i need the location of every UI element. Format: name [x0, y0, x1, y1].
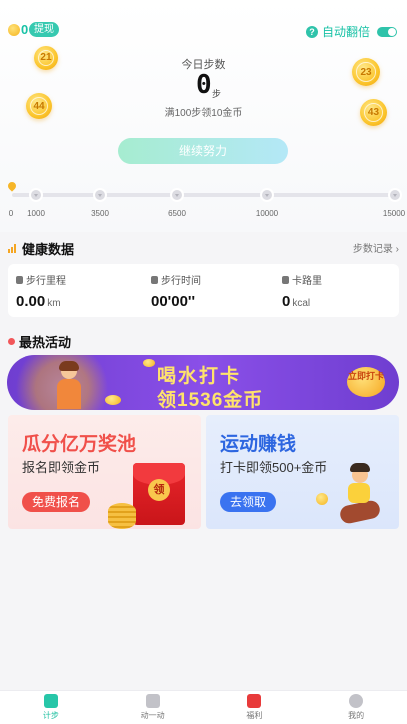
banner-subtitle: 领1536金币: [157, 390, 264, 410]
run-icon: [145, 694, 160, 708]
step-hero: 0 提现 ? 自动翻倍 21 23 44 43 今日步数 0 步 满100步领1…: [0, 0, 407, 232]
profile-icon: [349, 694, 364, 708]
step-reward-rule: 满100步领10金币: [164, 108, 243, 119]
location-pin-icon: [8, 182, 16, 192]
tab-move[interactable]: 动一动: [102, 691, 204, 724]
hot-dot-icon: [8, 338, 15, 345]
health-section-title: 健康数据: [8, 239, 74, 258]
coin-icon: [8, 24, 20, 36]
health-card: 步行里程 0.00 km 步行时间 00'00'' 卡路里 0 kcal: [8, 264, 399, 317]
hot-section-title: 最热活动: [8, 332, 71, 351]
walk-icon: [151, 275, 158, 284]
toggle-switch[interactable]: [377, 26, 397, 37]
health-item-calorie: 卡路里 0 kcal: [282, 275, 322, 310]
tab-profile[interactable]: 我的: [305, 691, 407, 724]
milestone-label: 15000: [382, 209, 406, 218]
coin-icon: [316, 493, 328, 505]
exercise-earn-card[interactable]: 运动赚钱 打卡即领500+金币 去领取: [206, 415, 399, 529]
gift-icon: [247, 694, 262, 708]
step-record-link[interactable]: 步数记录 ›: [353, 240, 399, 255]
milestone-label: 6500: [168, 209, 186, 218]
progress-track: [12, 193, 399, 197]
red-packet-icon: 领: [133, 463, 185, 525]
exercise-earn-subtitle: 打卡即领500+金币: [220, 460, 328, 475]
exercise-earn-title: 运动赚钱: [220, 434, 297, 455]
step-count: 0: [196, 70, 212, 100]
banner-title: 喝水打卡: [157, 366, 242, 387]
milestone-label: 3500: [91, 209, 109, 218]
milestone-chest[interactable]: [93, 188, 107, 202]
calorie-value: 0: [282, 293, 291, 310]
auto-flip-label: 自动翻倍: [321, 25, 370, 39]
distance-value: 0.00: [16, 293, 46, 310]
help-icon[interactable]: ?: [305, 25, 318, 38]
coin-stack-icon: [108, 503, 136, 529]
coin-icon: [143, 359, 155, 367]
milestone-label: 10000: [255, 209, 279, 218]
time-value: 00'00'': [151, 293, 196, 310]
bottom-tab-bar: 计步 动一动 福利 我的: [0, 690, 407, 724]
prize-pool-title: 瓜分亿万奖池: [22, 434, 137, 455]
tab-steps[interactable]: 计步: [0, 691, 102, 724]
milestone-chest[interactable]: [260, 188, 274, 202]
footprint-icon: [16, 275, 23, 284]
step-unit: 步: [212, 89, 222, 99]
continue-button[interactable]: 继续努力: [118, 138, 288, 164]
calorie-unit: kcal: [292, 298, 311, 309]
health-item-distance: 步行里程 0.00 km: [16, 275, 66, 310]
water-checkin-banner[interactable]: 喝水打卡 领1536金币 立即打卡: [7, 355, 399, 410]
distance-unit: km: [47, 298, 61, 309]
health-item-time: 步行时间 00'00'': [151, 275, 201, 310]
coin-count: 0: [21, 22, 29, 37]
milestone-chest[interactable]: [29, 188, 43, 202]
withdraw-button[interactable]: 提现: [29, 22, 59, 37]
prize-pool-subtitle: 报名即领金币: [22, 460, 101, 475]
prize-pool-card[interactable]: 瓜分亿万奖池 报名即领金币 免费报名 领: [8, 415, 201, 529]
milestone-chest[interactable]: [170, 188, 184, 202]
milestone-chest[interactable]: [388, 188, 402, 202]
fire-icon: [282, 275, 289, 284]
claim-button[interactable]: 去领取: [220, 492, 277, 512]
step-progress: 0 1000 3500 6500 10000 15000: [0, 178, 407, 222]
tab-welfare[interactable]: 福利: [204, 691, 306, 724]
bar-chart-icon: [8, 244, 18, 253]
auto-flip-toggle[interactable]: ? 自动翻倍: [305, 23, 397, 40]
milestone-label: 0: [8, 209, 14, 218]
free-signup-button[interactable]: 免费报名: [22, 492, 91, 512]
milestone-label: 1000: [27, 209, 45, 218]
shoe-icon: [43, 694, 58, 708]
girl-illustration: [49, 361, 89, 409]
coin-icon: [105, 395, 121, 405]
runner-illustration: [334, 463, 390, 525]
checkin-now-button[interactable]: 立即打卡: [347, 367, 385, 397]
